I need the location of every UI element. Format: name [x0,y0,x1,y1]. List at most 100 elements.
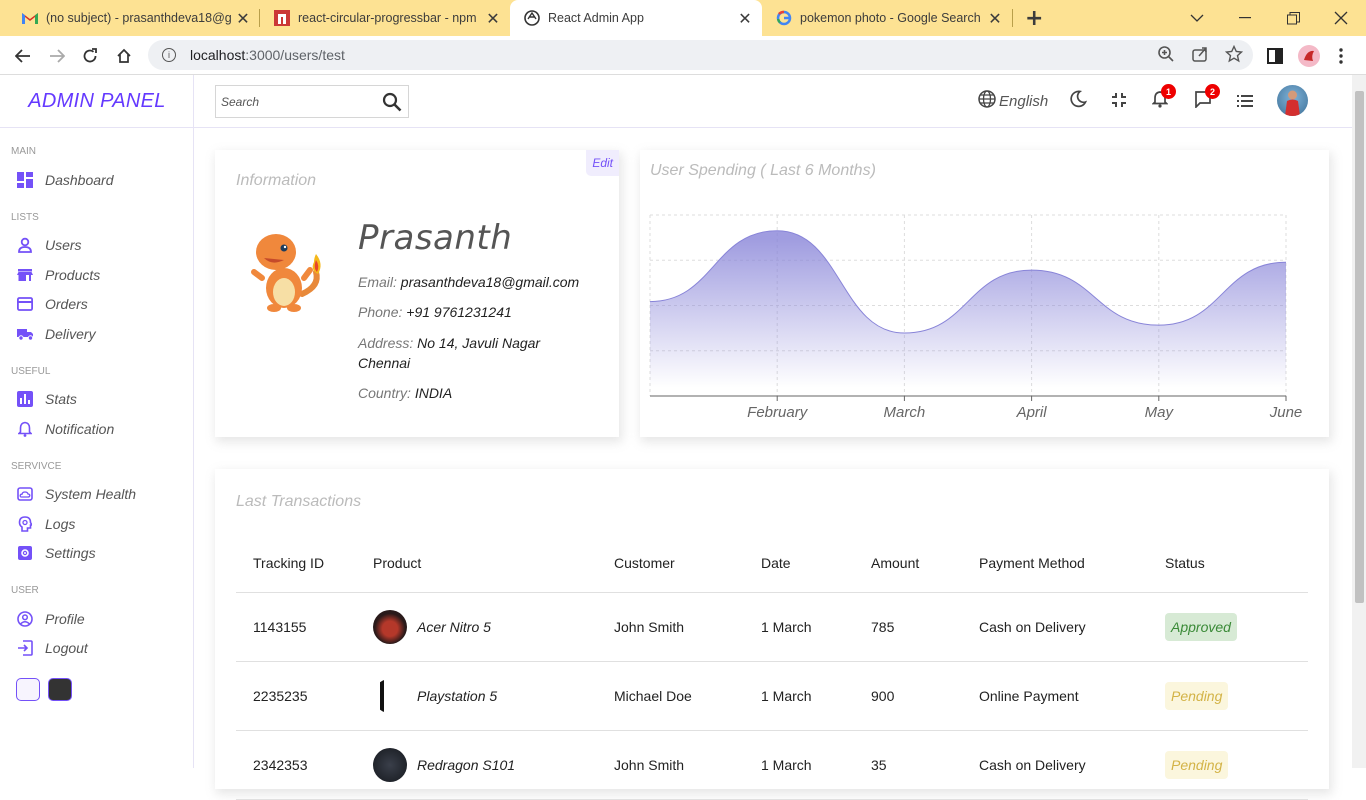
chat-bubble-icon: 2 [1194,84,1220,112]
payment-method-cell: Cash on Delivery [979,592,1165,662]
sidebar-item-label: Settings [45,545,96,561]
table-row[interactable]: 2342353 Redragon S101 John Smith 1 March… [236,730,1308,800]
country-key: Country: [358,385,411,401]
browser-tab-active[interactable]: React Admin App ✕ [510,0,762,36]
new-tab-button[interactable]: + [1025,6,1043,31]
chart-area [650,230,1286,396]
information-title: Information [236,172,317,189]
url-bar[interactable]: i localhost:3000/users/test [148,40,1253,70]
tab-title: react-circular-progressbar - npm [298,11,477,25]
logo[interactable]: ADMIN PANEL [0,75,194,128]
avatar[interactable] [1277,85,1308,116]
tab-divider [1012,9,1013,27]
close-tab-icon[interactable]: ✕ [232,9,254,28]
credit-card-icon [17,296,33,312]
sidebar-item-orders[interactable]: Orders [17,293,88,315]
page-scrollbar[interactable] [1352,75,1366,768]
search-box [215,85,409,118]
sidebar-item-profile[interactable]: Profile [17,608,85,630]
close-tab-icon[interactable]: ✕ [984,9,1006,28]
search-icon[interactable] [382,92,402,116]
browser-tab[interactable]: react-circular-progressbar - npm ✕ [260,0,510,36]
home-icon[interactable] [112,44,136,68]
column-header: Payment Method [979,534,1165,593]
scrollbar-thumb[interactable] [1355,91,1364,603]
reload-icon[interactable] [78,44,102,68]
section-title-user: USER [11,585,39,596]
table-row[interactable]: 2235235 Playstation 5 Michael Doe 1 Marc… [236,661,1308,731]
column-header: Tracking ID [236,534,373,593]
fullscreen-exit-button[interactable] [1112,89,1126,113]
admin-app: ADMIN PANEL MAIN Dashboard LISTS Users P… [0,75,1352,800]
dark-theme-swatch[interactable] [48,678,72,701]
table-row[interactable]: 1143155 Acer Nitro 5 John Smith 1 March … [236,592,1308,662]
x-tick-label: March [884,404,926,421]
edit-button[interactable]: Edit [586,150,619,176]
user-spending-chart: February March April May June [649,214,1302,421]
profile-avatar-icon[interactable] [1297,44,1321,68]
sidebar-item-products[interactable]: Products [17,264,100,286]
list-icon [1237,92,1253,111]
language-selector[interactable]: English [978,89,1048,113]
share-icon[interactable] [1191,45,1209,67]
tab-search-icon[interactable] [1173,0,1221,36]
transactions-table-wrap: Tracking ID Product Customer Date Amount… [236,534,1308,800]
sidebar-item-dashboard[interactable]: Dashboard [17,169,114,191]
person-icon [17,237,33,253]
status-cell: Pending [1165,661,1308,731]
information-card: Edit Information Prasanth Email: prasant… [215,150,619,437]
notifications-button[interactable]: 1 [1151,84,1176,113]
chrome-menu-icon[interactable] [1329,44,1353,68]
side-panel-icon[interactable] [1263,44,1287,68]
minimize-icon[interactable] [1221,0,1269,36]
back-arrow-icon[interactable] [11,44,35,68]
email-row: Email: prasanthdeva18@gmail.com [358,272,608,292]
sidebar-item-system-health[interactable]: System Health [17,483,136,505]
x-tick-label: May [1145,404,1175,421]
site-info-icon[interactable]: i [162,48,176,62]
sidebar-item-delivery[interactable]: Delivery [17,323,96,345]
close-window-icon[interactable] [1317,0,1365,36]
sidebar-item-users[interactable]: Users [17,234,82,256]
list-menu-button[interactable] [1237,89,1253,113]
user-avatar-image [244,224,328,316]
section-title-service: SERVIVCE [11,461,62,472]
browser-tab-bar: (no subject) - prasanthdeva18@gmail.com … [0,0,1366,36]
browser-tab[interactable]: (no subject) - prasanthdeva18@gmail.com … [8,0,260,36]
customer-cell: John Smith [614,592,761,662]
zoom-icon[interactable] [1157,45,1175,67]
user-name: Prasanth [358,218,513,258]
logout-icon [17,640,33,656]
search-input[interactable] [221,94,381,109]
amount-cell: 785 [871,592,979,662]
sidebar-item-notification[interactable]: Notification [17,418,114,440]
tracking-id-cell: 1143155 [236,592,373,662]
amount-cell: 35 [871,730,979,800]
product-thumbnail [373,678,407,713]
close-tab-icon[interactable]: ✕ [734,9,756,28]
close-tab-icon[interactable]: ✕ [482,9,504,28]
sidebar-item-logout[interactable]: Logout [17,637,88,659]
sidebar-item-stats[interactable]: Stats [17,388,77,410]
payment-method-cell: Online Payment [979,661,1165,731]
sidebar-item-logs[interactable]: Logs [17,513,75,535]
sidebar: ADMIN PANEL MAIN Dashboard LISTS Users P… [0,75,194,768]
sidebar-item-settings[interactable]: Settings [17,542,96,564]
forward-arrow-icon[interactable] [45,44,69,68]
react-app-icon [524,10,540,26]
sidebar-item-label: Logs [45,516,76,532]
phone-row: Phone: +91 9761231241 [358,302,608,322]
browser-tab[interactable]: pokemon photo - Google Search ✕ [762,0,1012,36]
product-cell: Acer Nitro 5 [373,592,614,662]
dark-mode-toggle[interactable] [1069,89,1088,113]
settings-icon [17,545,33,561]
sidebar-item-label: Stats [45,391,77,407]
country-value: INDIA [414,385,453,401]
bookmark-star-icon[interactable] [1224,44,1244,67]
phone-key: Phone: [358,304,403,320]
restore-icon[interactable] [1269,0,1317,36]
light-theme-swatch[interactable] [16,678,40,701]
messages-button[interactable]: 2 [1194,84,1220,113]
x-tick-label: April [1016,404,1048,421]
customer-cell: John Smith [614,730,761,800]
